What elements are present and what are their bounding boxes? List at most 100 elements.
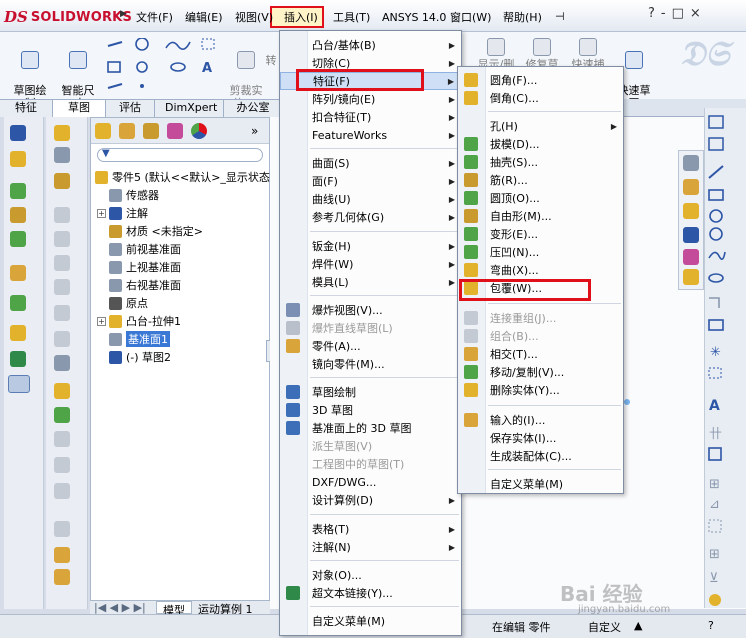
toolbar-display-icon[interactable] [54,355,70,371]
tree-filter-input[interactable]: ▼ [97,148,263,162]
toolbar-view-icon[interactable] [54,147,70,163]
toolbar-extrude-icon[interactable] [10,183,26,199]
feature-submenu-item[interactable]: 压凹(N)... [458,243,623,261]
menu-0[interactable]: 文件(F) [136,9,173,25]
view-palette-icon[interactable] [683,227,699,243]
insert-menu-item[interactable]: 对象(O)... [280,566,461,584]
toolbar-zoom-icon[interactable] [54,569,70,585]
toolbar-boss-icon[interactable] [54,125,70,141]
insert-menu-item[interactable]: 草图绘制 [280,383,461,401]
insert-menu-item[interactable]: 3D 草图 [280,401,461,419]
toolbar-sweep-icon[interactable] [10,231,26,247]
feature-submenu-item[interactable]: 保存实体(I)... [458,429,623,447]
tree-item[interactable]: 前视基准面 [109,240,181,258]
tab-sketch[interactable]: 草图 [52,99,106,117]
toolbar-fillet-icon[interactable] [10,325,26,341]
feature-submenu-item[interactable]: 生成装配体(C)... [458,447,623,465]
toolbar-curve-icon[interactable] [10,351,26,367]
config-tab-icon[interactable] [143,123,159,139]
tab-model[interactable]: 模型 [156,601,192,617]
insert-menu-item[interactable]: DXF/DWG... [280,473,461,491]
home-icon[interactable] [683,155,699,171]
tree-item[interactable]: 基准面1 [109,330,170,348]
feature-submenu-item[interactable]: 抽壳(S)... [458,153,623,171]
menu-6[interactable]: 窗口(W) [450,9,491,25]
help-icon[interactable]: ? [648,6,655,21]
insert-menu-item[interactable]: 钣金(H) ▶ [280,237,461,255]
tree-item[interactable]: 原点 [109,294,148,312]
expand-icon[interactable]: » [251,124,258,138]
expand-toggle-icon[interactable]: + [97,208,106,218]
menu-7[interactable]: 帮助(H) [503,9,542,25]
tab-features[interactable]: 特征 [0,99,53,117]
feature-submenu-item[interactable]: 弯曲(X)... [458,261,623,279]
insert-menu-item[interactable]: 凸台/基体(B) ▶ [280,36,461,54]
feature-submenu-item[interactable]: 筋(R)... [458,171,623,189]
feature-submenu-item[interactable]: 输入的(I)... [458,411,623,429]
feature-submenu-item[interactable]: 圆角(F)... [458,71,623,89]
insert-menu-item[interactable]: 表格(T) ▶ [280,520,461,538]
tab-evaluate[interactable]: 评估 [105,99,155,117]
insert-menu-item[interactable]: 阵列/镜向(E) ▶ [280,90,461,108]
tree-item[interactable]: (-) 草图2 [109,348,171,366]
tree-item[interactable]: 上视基准面 [109,258,181,276]
status-units[interactable]: 自定义 [588,619,621,635]
toolbar-sketch-icon[interactable] [10,125,26,141]
toolbar-revolve-icon[interactable] [10,207,26,223]
close-button[interactable]: × [690,6,701,21]
tab-scroll-arrows[interactable]: |◀ ◀ ▶ ▶| [90,601,156,614]
menu-2[interactable]: 视图(V) [235,9,273,25]
insert-menu-item[interactable]: 模具(L) ▶ [280,273,461,291]
right-sketch-tools-icon[interactable]: ✳ A 卄 ⊞ ⊿ ⊞ ⊻ [705,108,746,608]
tree-item[interactable]: 传感器 [109,186,159,204]
feature-tree-tab-icon[interactable] [95,123,111,139]
display-tab-icon[interactable] [191,123,207,139]
toolbar-section-icon[interactable] [54,173,70,189]
feature-submenu-item[interactable]: 移动/复制(V)... [458,363,623,381]
tree-item[interactable]: 材质 <未指定> [109,222,203,240]
menu-3[interactable]: 插入(I) [284,9,318,25]
tree-item[interactable]: + 注解 [97,204,148,222]
feature-submenu-item[interactable]: 相交(T)... [458,345,623,363]
insert-menu-item[interactable]: 曲线(U) ▶ [280,190,461,208]
pin-icon[interactable]: ⊣ [555,10,565,23]
expand-toggle-icon[interactable]: + [97,316,106,326]
feature-submenu-item[interactable]: 孔(H) ▶ [458,117,623,135]
custom-properties-icon[interactable] [683,269,699,285]
toolbar-loft-icon[interactable] [10,265,26,281]
menu-4[interactable]: 工具(T) [333,9,370,25]
property-tab-icon[interactable] [119,123,135,139]
dimxpert-tab-icon[interactable] [167,123,183,139]
feature-submenu-item[interactable]: 删除实体(Y)... [458,381,623,399]
menu-1[interactable]: 编辑(E) [185,9,223,25]
toolbar-feature-icon[interactable] [10,151,26,167]
insert-menu-item[interactable]: 面(F) ▶ [280,172,461,190]
feature-submenu-item[interactable]: 拔模(D)... [458,135,623,153]
design-library-icon[interactable] [683,179,699,195]
file-explorer-icon[interactable] [683,203,699,219]
status-dropdown-icon[interactable]: ▲ [634,619,642,632]
insert-menu-item[interactable]: 自定义菜单(M) [280,612,461,630]
insert-menu-item[interactable]: 零件(A)... [280,337,461,355]
appearances-icon[interactable] [683,249,699,265]
insert-menu-item[interactable]: 扣合特征(T) ▶ [280,108,461,126]
insert-menu-item[interactable]: 基准面上的 3D 草图 [280,419,461,437]
help-status-icon[interactable]: ? [708,619,714,632]
insert-menu-item[interactable]: 参考几何体(G) ▶ [280,208,461,226]
insert-menu-item[interactable]: 爆炸视图(V)... [280,301,461,319]
toolbar-scene-icon[interactable] [54,407,70,423]
convert-entities-button[interactable]: 转 [264,54,278,67]
logo-flyout-icon[interactable]: ▶ [120,9,130,23]
insert-menu-item[interactable]: 曲面(S) ▶ [280,154,461,172]
toolbar-rotate-icon[interactable] [54,547,70,563]
toolbar-pattern-icon[interactable] [10,295,26,311]
toolbar-appearance-icon[interactable] [54,383,70,399]
feature-submenu-item[interactable]: 倒角(C)... [458,89,623,107]
feature-submenu-item[interactable]: 圆顶(O)... [458,189,623,207]
tree-item[interactable]: + 凸台-拉伸1 [97,312,181,330]
solidworks-logo[interactable]: DS SOLIDWORKS [4,7,132,27]
insert-menu-item[interactable]: FeatureWorks ▶ [280,126,461,144]
insert-menu-item[interactable]: 超文本链接(Y)... [280,584,461,602]
sketch-tools-icon[interactable]: A [104,37,224,94]
menu-5[interactable]: ANSYS 14.0 [382,9,446,25]
